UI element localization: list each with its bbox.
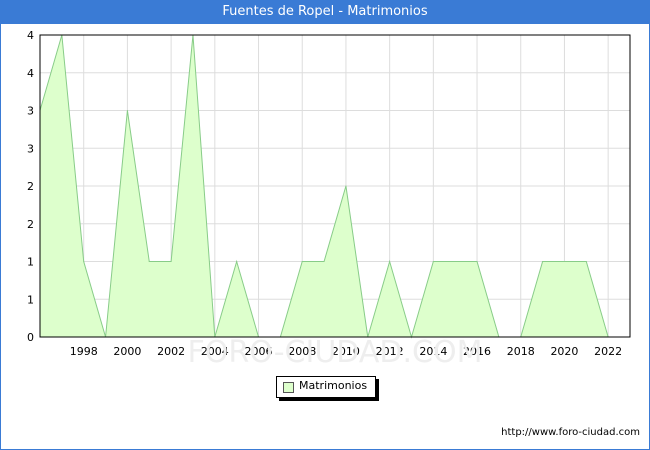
y-tick-label: 4	[27, 29, 34, 42]
y-tick-label: 1	[27, 293, 34, 306]
y-tick-label: 3	[27, 142, 34, 155]
data-point	[389, 261, 391, 262]
y-tick-label: 3	[27, 105, 34, 118]
data-point	[236, 261, 238, 262]
data-point	[83, 261, 85, 262]
y-tick-label: 2	[27, 180, 34, 193]
data-point	[476, 261, 478, 262]
x-tick-label: 2018	[507, 345, 535, 358]
data-point	[563, 261, 565, 262]
data-point	[301, 261, 303, 262]
data-point	[126, 110, 128, 111]
x-tick-label: 2002	[157, 345, 185, 358]
x-tick-label: 2020	[550, 345, 578, 358]
x-tick-label: 2022	[594, 345, 622, 358]
data-point	[585, 261, 587, 262]
legend: Matrimonios	[276, 376, 376, 398]
footer-url: http://www.foro-ciudad.com	[501, 427, 640, 438]
legend-label-matrimonios: Matrimonios	[299, 379, 368, 392]
y-tick-label: 2	[27, 218, 34, 231]
y-tick-label: 4	[27, 67, 34, 80]
y-tick-label: 1	[27, 256, 34, 269]
y-tick-label: 0	[27, 331, 34, 344]
data-point	[542, 261, 544, 262]
data-point	[170, 261, 172, 262]
data-point	[323, 261, 325, 262]
data-point	[148, 261, 150, 262]
data-point	[432, 261, 434, 262]
x-tick-label: 1998	[70, 345, 98, 358]
data-point	[345, 185, 347, 187]
watermark: FORO-CIUDAD.COM	[188, 335, 483, 370]
x-tick-label: 2000	[113, 345, 141, 358]
legend-swatch-matrimonios	[283, 382, 294, 393]
data-point	[454, 261, 456, 262]
